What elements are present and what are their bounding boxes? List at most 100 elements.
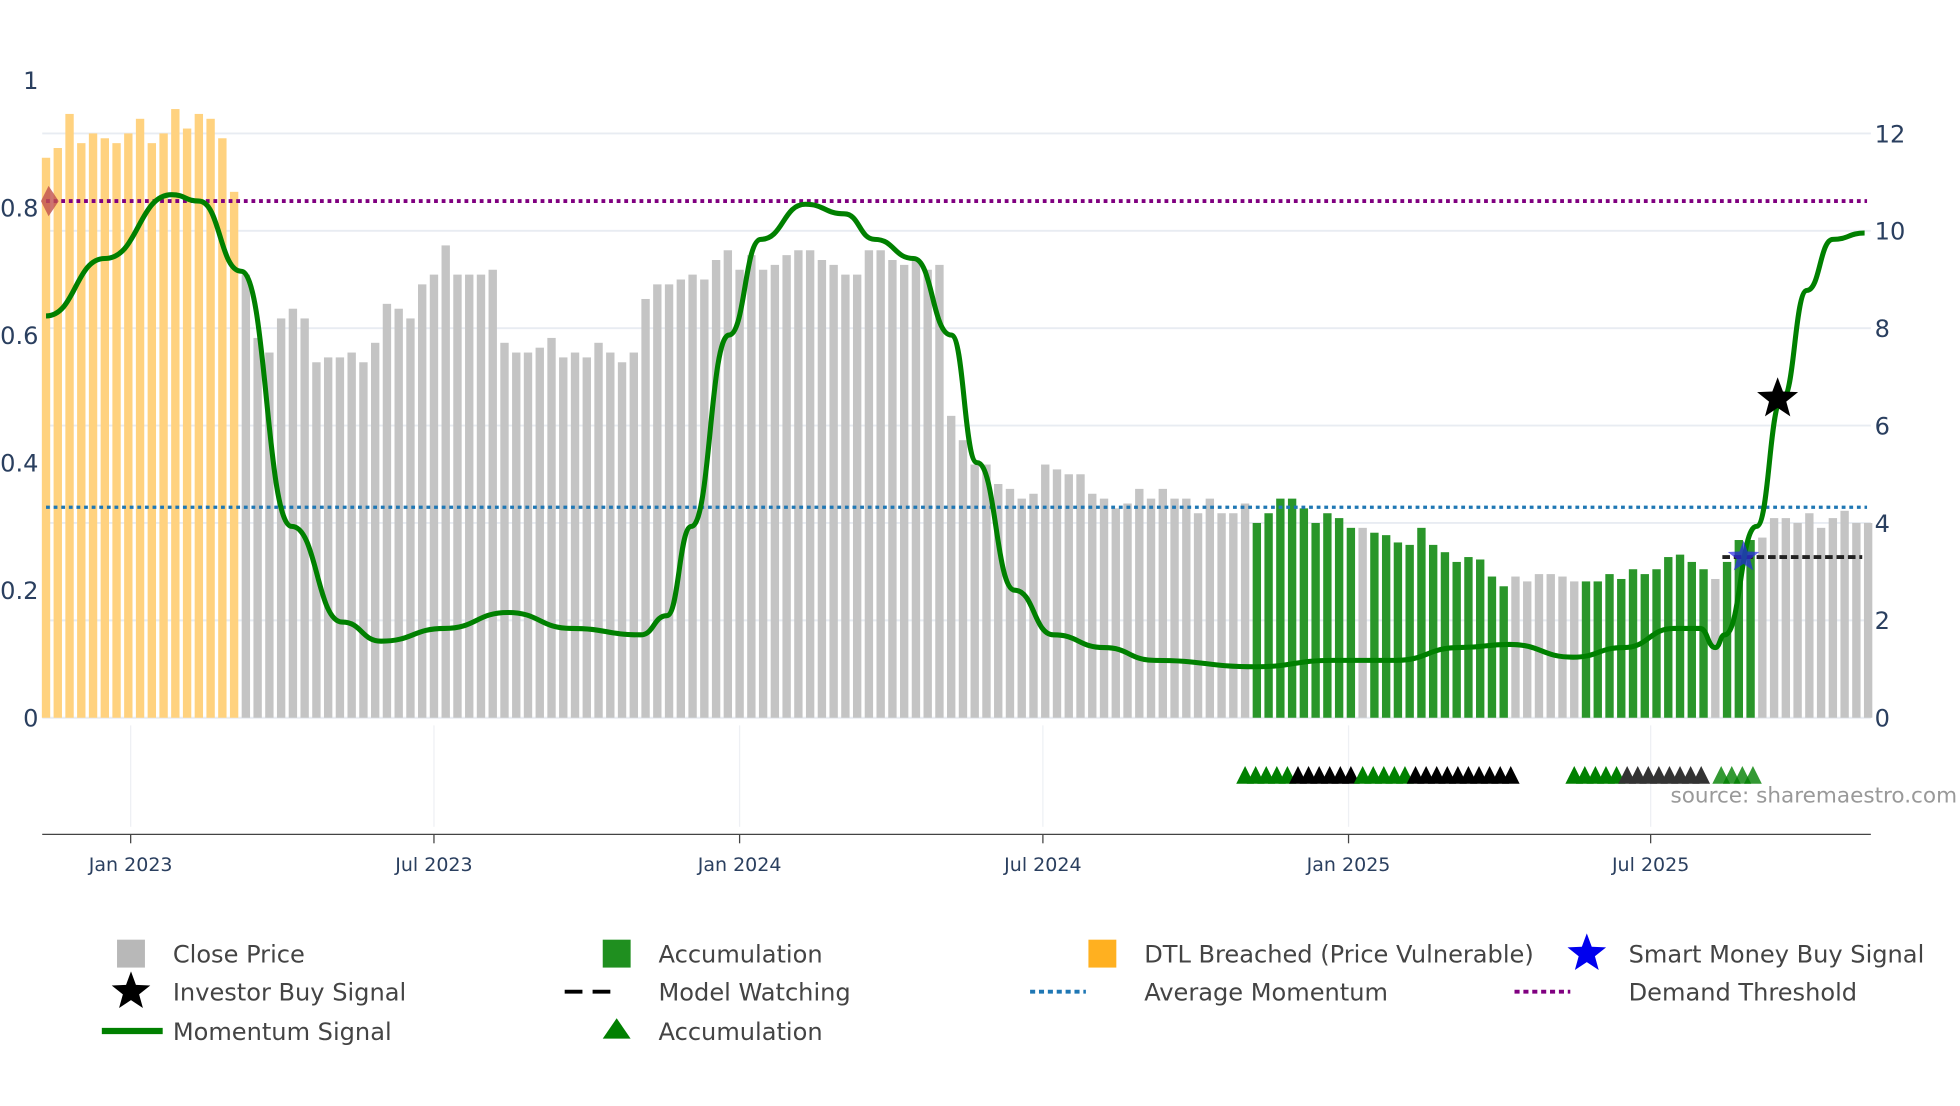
x-tick-label: Jul 2024 xyxy=(1003,854,1081,876)
dtl-bar xyxy=(53,148,62,718)
close-price-bar xyxy=(500,342,509,718)
accumulation-bar xyxy=(1664,557,1673,718)
close-price-bar xyxy=(465,274,474,718)
close-price-bar xyxy=(841,274,850,718)
close-price-bar xyxy=(1852,522,1861,718)
accumulation-bar xyxy=(1334,518,1344,718)
legend-label: Average Momentum xyxy=(1144,979,1388,1007)
accumulation-bar xyxy=(1393,542,1403,718)
close-price-bar xyxy=(1781,518,1791,718)
close-price-bar xyxy=(594,342,603,718)
dtl-bar xyxy=(159,133,168,718)
close-price-bar xyxy=(888,260,897,718)
close-price-bar xyxy=(1205,498,1215,718)
close-price-bar xyxy=(1135,488,1144,718)
legend-label: Momentum Signal xyxy=(173,1018,392,1046)
legend-label: Accumulation xyxy=(659,1018,823,1046)
accumulation-bar xyxy=(1323,513,1332,718)
left-tick-label: 0 xyxy=(23,705,38,733)
close-price-bar xyxy=(758,269,768,718)
accumulation-bar xyxy=(1640,574,1649,718)
close-price-bar xyxy=(817,260,827,718)
accumulation-bar xyxy=(1370,532,1379,718)
legend-label: Close Price xyxy=(173,941,305,969)
accumulation-bar xyxy=(1346,527,1356,718)
close-price-bar xyxy=(488,269,497,718)
legend-square-icon xyxy=(117,939,145,968)
chart: 0 2 4 6 8 10 12 0 0.2 0.4 0.6 0.8 1 Jan 2023 Jul 2023 J… xyxy=(0,67,1958,1046)
accumulation-bar xyxy=(1652,569,1661,718)
close-price-bar xyxy=(1088,493,1097,718)
close-price-bar xyxy=(1828,518,1838,718)
close-price-bar xyxy=(829,264,838,718)
close-price-bar xyxy=(805,250,815,718)
close-price-bar xyxy=(1863,522,1873,718)
bars xyxy=(41,109,1873,718)
close-price-bar xyxy=(923,269,932,718)
close-price-bar xyxy=(723,250,733,718)
left-tick-label: 0.8 xyxy=(0,194,38,222)
dtl-bar xyxy=(182,128,192,718)
accumulation-bar xyxy=(1605,574,1614,718)
close-price-bar xyxy=(1546,574,1555,718)
close-price-bar xyxy=(1570,581,1579,718)
legend-square-icon xyxy=(1088,939,1117,968)
close-price-bar xyxy=(559,357,568,718)
close-price-bar xyxy=(335,357,345,718)
close-price-bar xyxy=(1523,581,1532,718)
dtl-bar xyxy=(100,138,109,718)
x-tick-label: Jan 2023 xyxy=(88,854,173,876)
close-price-bar xyxy=(1005,488,1015,718)
x-tick-label: Jul 2025 xyxy=(1611,854,1689,876)
close-price-bar xyxy=(711,260,721,718)
close-price-bar xyxy=(418,284,427,718)
close-price-bar xyxy=(1017,498,1026,718)
accumulation-bar xyxy=(1311,522,1320,718)
close-price-bar xyxy=(864,250,874,718)
close-price-bar xyxy=(1076,474,1085,718)
legend-label: Accumulation xyxy=(659,941,823,969)
close-price-bar xyxy=(441,245,450,718)
source-label: source: sharemaestro.com xyxy=(1671,784,1958,809)
accumulation-bar xyxy=(1452,561,1461,718)
close-price-bar xyxy=(370,342,380,718)
close-price-bar xyxy=(582,357,591,718)
close-price-bar xyxy=(664,284,674,718)
dtl-bar xyxy=(77,143,86,718)
close-price-bar xyxy=(958,440,968,718)
close-price-bar xyxy=(1193,513,1203,718)
accumulation-bar xyxy=(1405,544,1414,718)
close-price-bar xyxy=(1840,510,1849,718)
close-price-bar xyxy=(735,269,744,718)
accumulation-bar xyxy=(1476,559,1485,718)
close-price-bar xyxy=(676,279,686,718)
dtl-bar xyxy=(135,118,145,718)
close-price-bar xyxy=(323,357,333,718)
right-tick-label: 4 xyxy=(1875,510,1890,538)
accumulation-bar xyxy=(1499,586,1508,718)
dtl-bar xyxy=(41,157,51,718)
close-price-bar xyxy=(1805,513,1814,718)
accumulation-bar xyxy=(1675,554,1685,718)
legend-label: Investor Buy Signal xyxy=(173,979,406,1007)
close-price-bar xyxy=(570,352,580,718)
dtl-bar xyxy=(112,143,121,718)
accumulation-bar xyxy=(1722,561,1732,718)
close-price-bar xyxy=(1111,508,1120,718)
close-price-bar xyxy=(876,250,885,718)
accumulation-bar xyxy=(1428,544,1438,718)
legend-star-icon xyxy=(111,971,151,1009)
close-price-bar xyxy=(359,362,368,718)
accumulation-bar xyxy=(1276,498,1285,718)
close-price-bar xyxy=(794,250,803,718)
close-price-bar xyxy=(688,274,697,718)
close-price-bar xyxy=(1217,513,1226,718)
right-tick-label: 8 xyxy=(1875,315,1890,343)
accumulation-bar xyxy=(1581,581,1591,718)
close-price-bar xyxy=(406,318,415,718)
x-tick-label: Jan 2024 xyxy=(697,854,782,876)
close-price-bar xyxy=(394,308,403,718)
close-price-bar xyxy=(253,337,262,718)
close-price-bar xyxy=(382,303,392,718)
dtl-bar xyxy=(147,143,157,718)
